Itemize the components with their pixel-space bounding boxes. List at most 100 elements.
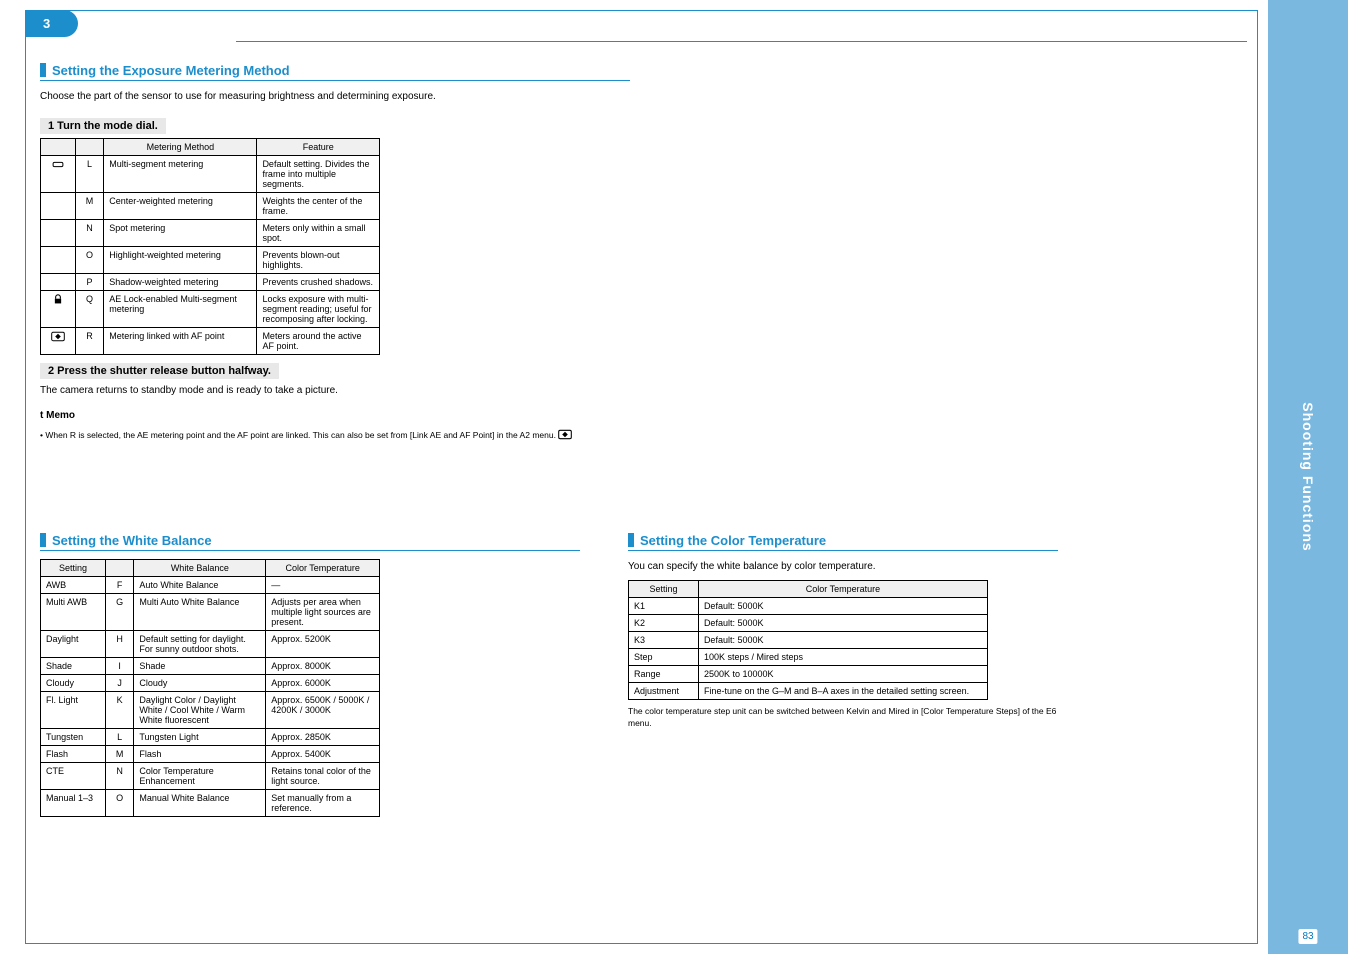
- cell-ct: Default: 5000K: [698, 598, 987, 615]
- cell-ct: Default: 5000K: [698, 615, 987, 632]
- table-row: PShadow-weighted meteringPrevents crushe…: [41, 274, 380, 291]
- cell-key: O: [75, 247, 104, 274]
- cell-setting: Flash: [41, 746, 106, 763]
- cell-key: N: [75, 220, 104, 247]
- col-wb: White Balance: [134, 560, 266, 577]
- cell-method: AE Lock-enabled Multi-segment metering: [104, 291, 257, 328]
- metering-icon: [41, 291, 76, 328]
- cell-ct: Approx. 5200K: [266, 631, 380, 658]
- cell-wb: Tungsten Light: [134, 729, 266, 746]
- cell-feature: Prevents blown-out highlights.: [257, 247, 380, 274]
- section-marker-icon: [628, 533, 634, 547]
- link-ae-af-icon: [558, 429, 572, 440]
- table-row: ShadeIShadeApprox. 8000K: [41, 658, 380, 675]
- color-temp-table: Setting Color Temperature K1Default: 500…: [628, 580, 988, 700]
- metering-icon: [41, 328, 76, 355]
- section-marker-icon: [40, 63, 46, 77]
- section-title: Setting the Color Temperature: [640, 533, 826, 548]
- table-row: K2Default: 5000K: [629, 615, 988, 632]
- cell-wb: Cloudy: [134, 675, 266, 692]
- section-title: Setting the White Balance: [52, 533, 212, 548]
- step-2-note: The camera returns to standby mode and i…: [40, 383, 630, 398]
- table-row: CTENColor Temperature EnhancementRetains…: [41, 763, 380, 790]
- cell-setting: Fl. Light: [41, 692, 106, 729]
- cell-ct: Default: 5000K: [698, 632, 987, 649]
- table-row: OHighlight-weighted meteringPrevents blo…: [41, 247, 380, 274]
- cell-wb: Manual White Balance: [134, 790, 266, 817]
- cell-ct: Retains tonal color of the light source.: [266, 763, 380, 790]
- cell-feature: Prevents crushed shadows.: [257, 274, 380, 291]
- table-row: LMulti-segment meteringDefault setting. …: [41, 156, 380, 193]
- cell-setting: Shade: [41, 658, 106, 675]
- metering-icon: [41, 220, 76, 247]
- table-row: CloudyJCloudyApprox. 6000K: [41, 675, 380, 692]
- cell-setting: AWB: [41, 577, 106, 594]
- table-row: QAE Lock-enabled Multi-segment meteringL…: [41, 291, 380, 328]
- section-title: Setting the Exposure Metering Method: [52, 63, 290, 78]
- page-frame-inner: 3 Setting the Exposure Metering Method C…: [25, 10, 1257, 943]
- cell-wb: Shade: [134, 658, 266, 675]
- table-row: NSpot meteringMeters only within a small…: [41, 220, 380, 247]
- cell-wb: Multi Auto White Balance: [134, 594, 266, 631]
- side-tab: Shooting Functions 83: [1268, 0, 1348, 954]
- cell-key: R: [75, 328, 104, 355]
- cell-key: K: [105, 692, 133, 729]
- cell-ct: Approx. 6000K: [266, 675, 380, 692]
- cell-method: Shadow-weighted metering: [104, 274, 257, 291]
- page-number: 83: [1298, 929, 1317, 944]
- page-frame: 3 Setting the Exposure Metering Method C…: [25, 10, 1258, 944]
- cell-ct: Set manually from a reference.: [266, 790, 380, 817]
- col-ct: Color Temperature: [266, 560, 380, 577]
- cell-ct: Fine-tune on the G–M and B–A axes in the…: [698, 683, 987, 700]
- table-row: TungstenLTungsten LightApprox. 2850K: [41, 729, 380, 746]
- table-row: MCenter-weighted meteringWeights the cen…: [41, 193, 380, 220]
- cell-setting: K2: [629, 615, 699, 632]
- col-setting: Setting: [629, 581, 699, 598]
- cell-setting: Adjustment: [629, 683, 699, 700]
- table-row: Manual 1–3OManual White BalanceSet manua…: [41, 790, 380, 817]
- cell-key: N: [105, 763, 133, 790]
- cell-ct: —: [266, 577, 380, 594]
- cell-ct: Approx. 2850K: [266, 729, 380, 746]
- section-heading: Setting the White Balance: [40, 533, 580, 551]
- cell-feature: Locks exposure with multi-segment readin…: [257, 291, 380, 328]
- cell-feature: Weights the center of the frame.: [257, 193, 380, 220]
- cell-key: M: [75, 193, 104, 220]
- table-row: Range2500K to 10000K: [629, 666, 988, 683]
- chapter-pill: 3: [25, 10, 78, 37]
- section-intro: You can specify the white balance by col…: [628, 559, 1058, 574]
- col-method: Metering Method: [104, 139, 257, 156]
- cell-key: M: [105, 746, 133, 763]
- cell-wb: Auto White Balance: [134, 577, 266, 594]
- cell-setting: Daylight: [41, 631, 106, 658]
- cell-key: J: [105, 675, 133, 692]
- cell-feature: Default setting. Divides the frame into …: [257, 156, 380, 193]
- cell-key: G: [105, 594, 133, 631]
- table-row: Multi AWBGMulti Auto White BalanceAdjust…: [41, 594, 380, 631]
- cell-key: O: [105, 790, 133, 817]
- table-row: DaylightHDefault setting for daylight. F…: [41, 631, 380, 658]
- table-row: Step100K steps / Mired steps: [629, 649, 988, 666]
- section-heading: Setting the Exposure Metering Method: [40, 63, 630, 81]
- cell-wb: Color Temperature Enhancement: [134, 763, 266, 790]
- cell-setting: Multi AWB: [41, 594, 106, 631]
- cell-wb: Daylight Color / Daylight White / Cool W…: [134, 692, 266, 729]
- col-key: [75, 139, 104, 156]
- section-heading: Setting the Color Temperature: [628, 533, 1058, 551]
- table-row: K3Default: 5000K: [629, 632, 988, 649]
- cell-key: Q: [75, 291, 104, 328]
- cell-key: H: [105, 631, 133, 658]
- memo-heading: t Memo: [40, 408, 630, 423]
- cell-setting: Range: [629, 666, 699, 683]
- col-ct: Color Temperature: [698, 581, 987, 598]
- cell-ct: Approx. 5400K: [266, 746, 380, 763]
- cell-wb: Flash: [134, 746, 266, 763]
- section-white-balance: Setting the White Balance Setting White …: [40, 533, 580, 817]
- metering-icon: [41, 156, 76, 193]
- cell-setting: Cloudy: [41, 675, 106, 692]
- memo-body: • When R is selected, the AE metering po…: [40, 429, 630, 442]
- cell-ct: Adjusts per area when multiple light sou…: [266, 594, 380, 631]
- table-row: K1Default: 5000K: [629, 598, 988, 615]
- cell-setting: CTE: [41, 763, 106, 790]
- table-row: Fl. LightKDaylight Color / Daylight Whit…: [41, 692, 380, 729]
